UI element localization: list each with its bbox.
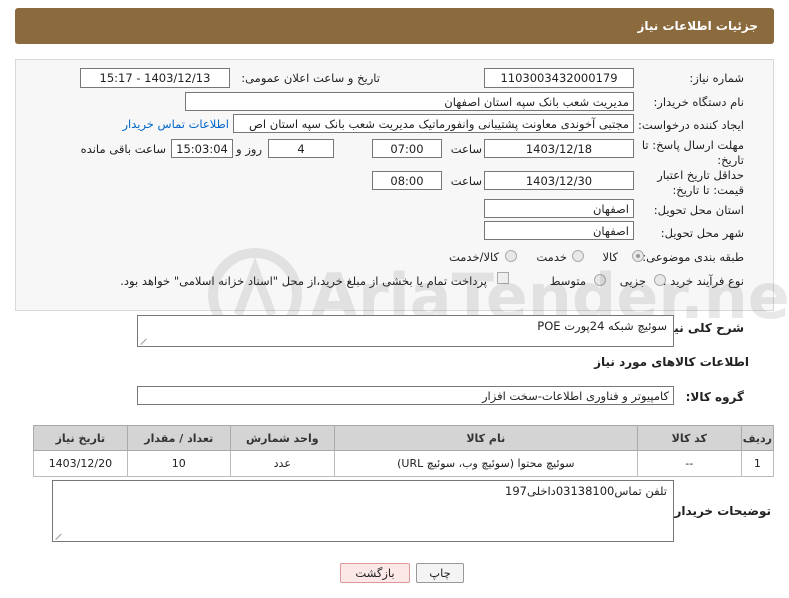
requester-field: مجتبی آخوندی معاونت پشتیبانی وانفورماتیک… [233, 114, 634, 133]
category-radio-goods[interactable] [632, 250, 644, 262]
cell-need-date: 1403/12/20 [33, 450, 128, 477]
goods-group-label: گروه کالا: [685, 390, 744, 404]
treasury-payment-note: پرداخت تمام یا بخشی از مبلغ خرید،از محل … [120, 274, 487, 288]
cell-name: سوئیچ محتوا (سوئیچ وب، سوئیچ URL) [333, 450, 638, 477]
buyer-org-field: مدیریت شعب بانک سپه استان اصفهان [185, 92, 634, 111]
reply-deadline-time: 07:00 [372, 139, 442, 158]
buyer-notes-text: تلفن تماس03138100داخلی197 [505, 484, 667, 498]
province-label: استان محل تحویل: [653, 203, 744, 217]
table-row: 1 -- سوئیچ محتوا (سوئیچ وب، سوئیچ URL) ع… [33, 450, 775, 477]
days-label: روز و [236, 142, 262, 156]
price-validity-time-label: ساعت [450, 174, 482, 188]
treasury-payment-checkbox[interactable] [497, 272, 509, 284]
category-label: طبقه بندی موضوعی: [642, 250, 744, 264]
page-title-bar: جزئیات اطلاعات نیاز [15, 8, 774, 44]
process-radio-minor[interactable] [654, 274, 666, 286]
description-text: سوئیچ شبکه 24پورت POE [537, 319, 667, 333]
need-number-field: 1103003432000179 [484, 68, 634, 88]
reply-time-label: ساعت [450, 142, 482, 156]
table-header-row: ردیف کد کالا نام کالا واحد شمارش تعداد /… [33, 425, 775, 451]
goods-section-title: اطلاعات کالاهای مورد نیاز [594, 355, 749, 369]
price-validity-time: 08:00 [372, 171, 442, 190]
description-field: سوئیچ شبکه 24پورت POE [137, 315, 674, 347]
process-option-minor: جزیی [619, 274, 646, 288]
city-field: اصفهان [484, 221, 634, 240]
buyer-notes-field: تلفن تماس03138100داخلی197 [52, 480, 674, 542]
reply-deadline-label: مهلت ارسال پاسخ: تا تاریخ: [641, 138, 744, 167]
remaining-days: 4 [268, 139, 334, 158]
cell-quantity: 10 [126, 450, 231, 477]
price-validity-date: 1403/12/30 [484, 171, 634, 190]
process-option-medium: متوسط [549, 274, 586, 288]
process-label: نوع فرآیند خرید : [662, 274, 744, 288]
announce-datetime-label: تاریخ و ساعت اعلان عمومی: [241, 71, 380, 85]
category-option-goods-service: کالا/خدمت [448, 250, 499, 264]
remaining-time: 15:03:04 [171, 139, 233, 158]
process-radio-medium[interactable] [594, 274, 606, 286]
goods-group-field: کامپیوتر و فناوری اطلاعات-سخت افزار [137, 386, 674, 405]
cell-code: -- [636, 450, 742, 477]
city-label: شهر محل تحویل: [660, 226, 744, 240]
category-option-service: خدمت [536, 250, 567, 264]
buyer-org-label: نام دستگاه خریدار: [653, 95, 744, 109]
col-header-code: کد کالا [636, 425, 742, 451]
back-button[interactable]: بازگشت [340, 563, 410, 583]
col-header-quantity: تعداد / مقدار [126, 425, 231, 451]
goods-table: ردیف کد کالا نام کالا واحد شمارش تعداد /… [33, 425, 775, 477]
reply-deadline-date: 1403/12/18 [484, 139, 634, 158]
province-field: اصفهان [484, 199, 634, 218]
resize-grip-icon[interactable] [140, 337, 149, 345]
page-title: جزئیات اطلاعات نیاز [637, 19, 758, 33]
buyer-contact-link[interactable]: اطلاعات تماس خریدار [122, 117, 229, 131]
category-radio-service[interactable] [572, 250, 584, 262]
need-number-label: شماره نیاز: [689, 71, 744, 85]
cell-row-no: 1 [740, 450, 775, 477]
requester-label: ایجاد کننده درخواست: [638, 118, 744, 132]
print-button[interactable]: چاپ [416, 563, 464, 583]
category-option-goods: کالا [602, 250, 618, 264]
remaining-time-label: ساعت باقی مانده [80, 142, 166, 156]
cell-unit: عدد [229, 450, 335, 477]
col-header-unit: واحد شمارش [229, 425, 335, 451]
category-radio-goods-service[interactable] [505, 250, 517, 262]
resize-grip-icon[interactable] [55, 532, 64, 540]
col-header-row-no: ردیف [740, 425, 775, 451]
price-validity-label: حداقل تاریخ اعتبار قیمت: تا تاریخ: [657, 168, 744, 197]
announce-datetime-field: 1403/12/13 - 15:17 [80, 68, 230, 88]
col-header-need-date: تاریخ نیاز [33, 425, 128, 451]
buyer-notes-label: توضیحات خریدار: [669, 504, 771, 518]
col-header-name: نام کالا [333, 425, 638, 451]
